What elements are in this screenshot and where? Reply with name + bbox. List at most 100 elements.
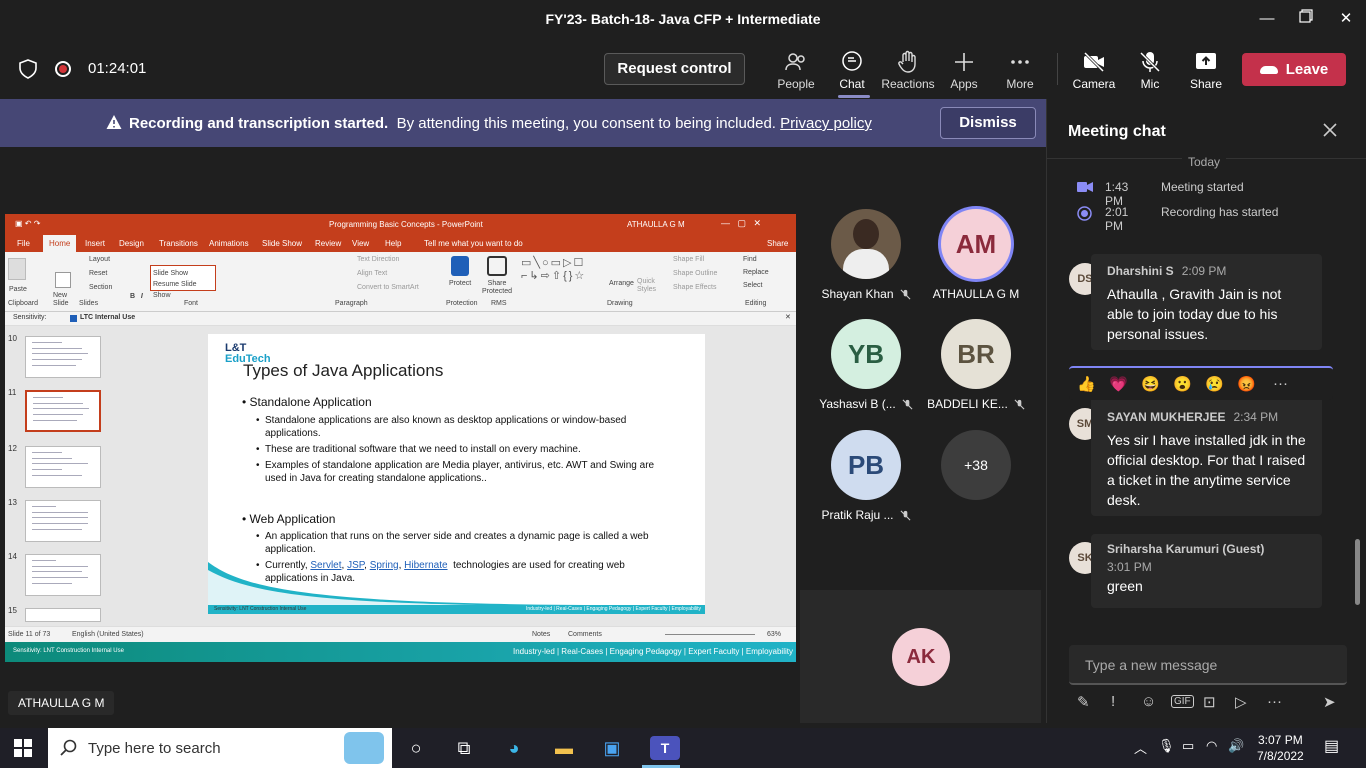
tray-mic-icon[interactable]: 🎙 — [1158, 738, 1175, 754]
status-language[interactable]: English (United States) — [72, 631, 144, 638]
slide-canvas[interactable]: L&TEduTech Types of Java Applications St… — [208, 334, 705, 614]
ppt-tab-design[interactable]: Design — [119, 239, 144, 248]
emoji-icon[interactable]: ☺ — [1141, 693, 1156, 710]
minimize-button[interactable]: — — [1256, 8, 1278, 30]
request-control-button[interactable]: Request control — [604, 53, 745, 85]
ppt-tell-me[interactable]: Tell me what you want to do — [424, 239, 523, 248]
participant-tile[interactable]: YB Yashasvi B (... — [811, 319, 921, 411]
ribbon-protect[interactable]: Protect — [449, 280, 471, 287]
chat-scrollbar[interactable] — [1355, 539, 1360, 605]
participant-tile[interactable]: PB Pratik Raju ... — [811, 430, 921, 522]
close-window-button[interactable]: ✕ — [1335, 8, 1357, 30]
ribbon-share-protected[interactable]: Share Protected — [477, 280, 517, 296]
volume-icon[interactable]: 🔊 — [1228, 738, 1244, 754]
ribbon-shape-effects[interactable]: Shape Effects — [673, 284, 716, 291]
popup-resume-slide-show[interactable]: Resume Slide Show — [153, 279, 213, 301]
ppt-tab-home[interactable]: Home — [43, 235, 77, 252]
ppt-tab-transitions[interactable]: Transitions — [159, 239, 198, 248]
camera-button[interactable]: Camera — [1066, 48, 1122, 96]
people-button[interactable]: People — [768, 48, 824, 96]
slide-thumbnail[interactable] — [25, 500, 101, 542]
slide-thumbnail[interactable] — [25, 336, 101, 378]
chat-button[interactable]: Chat — [824, 48, 880, 96]
participant-tile[interactable]: BR BADDELI KE... — [921, 319, 1031, 411]
chat-message[interactable]: Sriharsha Karumuri (Guest) 3:01 PM green — [1091, 534, 1322, 608]
ppt-tab-help[interactable]: Help — [385, 239, 401, 248]
task-view-icon[interactable]: ⧉ — [452, 736, 476, 760]
ppt-tab-animations[interactable]: Animations — [209, 239, 249, 248]
ribbon-find[interactable]: Find — [743, 256, 757, 263]
store-icon[interactable]: ▣ — [600, 736, 624, 760]
windows-start-icon[interactable] — [14, 739, 32, 757]
chat-message[interactable]: Dharshini S 2:09 PM Athaulla , Gravith Ja… — [1091, 254, 1322, 350]
ribbon-section[interactable]: Section — [89, 284, 112, 291]
send-icon[interactable]: ➤ — [1323, 693, 1336, 711]
compose-box[interactable]: Type a new message — [1069, 645, 1347, 685]
shapes-gallery[interactable]: ▭╲○▭▷☐ ⌐↳⇨⇧{}☆ — [521, 256, 601, 290]
cortana-icon[interactable]: ○ — [404, 736, 428, 760]
dismiss-button[interactable]: Dismiss — [940, 107, 1036, 139]
zoom-slider[interactable] — [665, 634, 755, 635]
slide-thumbnail[interactable] — [25, 608, 101, 622]
ribbon-quick-styles[interactable]: Quick Styles — [637, 278, 659, 294]
status-comments[interactable]: Comments — [568, 631, 602, 638]
slide-thumbnail[interactable] — [25, 554, 101, 596]
ribbon-align-text[interactable]: Align Text — [357, 270, 387, 277]
ribbon-paste[interactable]: Paste — [9, 286, 27, 293]
ribbon-arrange[interactable]: Arrange — [609, 280, 634, 287]
ribbon-shape-fill[interactable]: Shape Fill — [673, 256, 704, 263]
apps-button[interactable]: Apps — [936, 48, 992, 96]
schedule-icon[interactable]: ▷ — [1235, 693, 1247, 711]
taskbar-search[interactable]: Type here to search — [48, 728, 392, 768]
important-icon[interactable]: ! — [1111, 693, 1115, 710]
sensitivity-value[interactable]: LTC Internal Use — [80, 314, 135, 321]
slideshow-popup[interactable]: Slide Show Resume Slide Show — [150, 265, 216, 299]
edge-icon[interactable]: ◕ — [502, 736, 526, 760]
reactions-button[interactable]: Reactions — [880, 48, 936, 96]
teams-icon[interactable]: T — [650, 736, 680, 760]
share-button[interactable]: Share — [1178, 48, 1234, 96]
sad-reaction[interactable]: 😢 — [1205, 375, 1224, 393]
ppt-tab-insert[interactable]: Insert — [85, 239, 105, 248]
popup-slide-show[interactable]: Slide Show — [153, 268, 213, 279]
leave-button[interactable]: Leave — [1242, 53, 1346, 86]
notifications-icon[interactable]: ▤ — [1324, 736, 1339, 756]
ppt-tab-view[interactable]: View — [352, 239, 369, 248]
gif-icon[interactable]: GIF — [1171, 695, 1194, 708]
tray-chevron-icon[interactable]: ︿ — [1134, 738, 1147, 757]
ppt-tab-review[interactable]: Review — [315, 239, 341, 248]
sensitivity-close-icon[interactable]: ✕ — [785, 313, 791, 321]
ribbon-reset[interactable]: Reset — [89, 270, 107, 277]
close-chat-icon[interactable] — [1321, 121, 1339, 139]
ribbon-new-slide[interactable]: New Slide — [53, 292, 77, 308]
participant-tile[interactable]: AM ATHAULLA G M — [921, 209, 1031, 301]
battery-icon[interactable]: ▭ — [1182, 738, 1194, 754]
more-participants-tile[interactable]: +38 — [921, 430, 1031, 508]
bold-icon[interactable]: B I — [130, 293, 143, 300]
slide-thumbnail[interactable] — [25, 446, 101, 488]
ribbon-replace[interactable]: Replace — [743, 269, 769, 276]
more-options-icon[interactable]: ··· — [1267, 693, 1282, 710]
ribbon-convert-smartart[interactable]: Convert to SmartArt — [357, 284, 419, 291]
heart-reaction[interactable]: 💗 — [1109, 375, 1128, 393]
ribbon-text-direction[interactable]: Text Direction — [357, 256, 399, 263]
ppt-share[interactable]: Share — [767, 239, 788, 248]
surprised-reaction[interactable]: 😮 — [1173, 375, 1192, 393]
more-reactions-icon[interactable]: ··· — [1273, 375, 1288, 392]
participant-tile[interactable]: Shayan Khan — [811, 209, 921, 301]
angry-reaction[interactable]: 😡 — [1237, 375, 1256, 393]
file-explorer-icon[interactable]: ▬ — [552, 736, 576, 760]
wifi-icon[interactable]: ◠ — [1206, 738, 1217, 754]
ppt-tab-slideshow[interactable]: Slide Show — [262, 239, 302, 248]
mic-button[interactable]: Mic — [1122, 48, 1178, 96]
slide-thumbnail-selected[interactable] — [25, 390, 101, 432]
ribbon-shape-outline[interactable]: Shape Outline — [673, 270, 717, 277]
ribbon-select[interactable]: Select — [743, 282, 762, 289]
chat-message[interactable]: SAYAN MUKHERJEE 2:34 PM Yes sir I have in… — [1091, 400, 1322, 516]
privacy-policy-link[interactable]: Privacy policy — [780, 115, 872, 132]
sticker-icon[interactable]: ⊡ — [1203, 693, 1216, 711]
more-button[interactable]: More — [992, 48, 1048, 96]
maximize-button[interactable] — [1295, 8, 1317, 30]
ribbon-layout[interactable]: Layout — [89, 256, 110, 263]
like-reaction[interactable]: 👍 — [1077, 375, 1096, 393]
